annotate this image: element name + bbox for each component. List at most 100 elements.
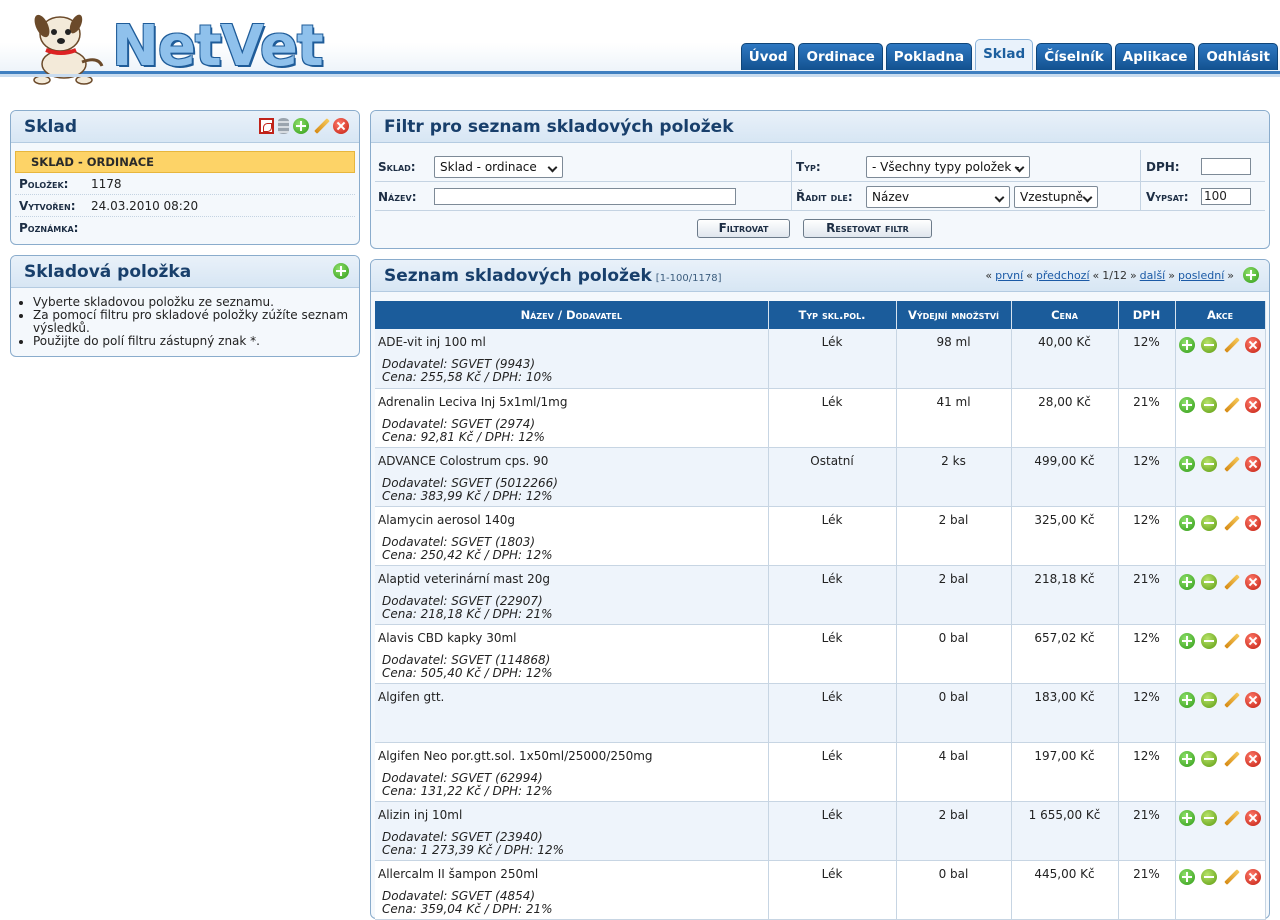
database-icon[interactable] <box>278 118 289 134</box>
item-name[interactable]: Algifen gtt. <box>378 690 768 713</box>
cell-actions <box>1175 388 1266 448</box>
decrease-stock-icon[interactable] <box>1201 514 1217 531</box>
delete-item-icon[interactable] <box>1245 809 1261 826</box>
item-name[interactable]: Alizin inj 10ml <box>378 808 768 831</box>
decrease-stock-icon[interactable] <box>1201 573 1217 590</box>
pdf-export-icon[interactable] <box>259 118 274 134</box>
delete-item-icon[interactable] <box>1245 691 1261 708</box>
pager-prev-link[interactable]: předchozí <box>1036 269 1090 282</box>
cell-vat: 21% <box>1118 801 1176 861</box>
tab-ordinace[interactable]: Ordinace <box>798 43 883 70</box>
decrease-stock-icon[interactable] <box>1201 396 1217 413</box>
increase-stock-icon[interactable] <box>1179 337 1195 353</box>
delete-item-icon[interactable] <box>1245 396 1261 413</box>
table-row[interactable]: ADE-vit inj 100 ml Dodavatel: SGVET (9943… <box>375 329 1266 389</box>
delete-icon[interactable] <box>333 118 349 134</box>
item-name[interactable]: Allercalm II šampon 250ml <box>378 867 768 890</box>
table-row[interactable]: Algifen Neo por.gtt.sol. 1x50ml/25000/25… <box>375 742 1266 802</box>
table-row[interactable]: Alizin inj 10ml Dodavatel: SGVET (23940) C… <box>375 801 1266 861</box>
tab-uvod[interactable]: Úvod <box>740 43 796 70</box>
edit-item-icon[interactable] <box>1223 692 1239 708</box>
item-name[interactable]: Alavis CBD kapky 30ml <box>378 631 768 654</box>
increase-stock-icon[interactable] <box>1179 691 1195 708</box>
decrease-stock-icon[interactable] <box>1201 337 1217 353</box>
decrease-stock-icon[interactable] <box>1201 809 1217 826</box>
table-row[interactable]: Alamycin aerosol 140g Dodavatel: SGVET (1… <box>375 506 1266 566</box>
decrease-stock-icon[interactable] <box>1201 691 1217 708</box>
item-price-line: Cena: 1 273,39 Kč / DPH: 12% <box>382 842 564 857</box>
table-row[interactable]: Allercalm II šampon 250ml Dodavatel: SGVE… <box>375 860 1266 920</box>
col-header-price[interactable]: Cena <box>1011 301 1119 329</box>
tab-ciselnik[interactable]: Číselník <box>1036 43 1112 70</box>
filter-button[interactable]: Filtrovat <box>697 219 790 238</box>
col-header-vat[interactable]: DPH <box>1118 301 1176 329</box>
edit-item-icon[interactable] <box>1223 810 1239 826</box>
pager-first-link[interactable]: první <box>995 269 1023 282</box>
table-row[interactable]: Alaptid veterinární mast 20g Dodavatel: S… <box>375 565 1266 625</box>
increase-stock-icon[interactable] <box>1179 750 1195 767</box>
nazev-input[interactable] <box>434 188 736 205</box>
item-name[interactable]: ADE-vit inj 100 ml <box>378 335 768 358</box>
edit-item-icon[interactable] <box>1223 751 1239 767</box>
tab-aplikace[interactable]: Aplikace <box>1114 43 1196 70</box>
table-row[interactable]: Alavis CBD kapky 30ml Dodavatel: SGVET (1… <box>375 624 1266 684</box>
cell-price: 325,00 Kč <box>1011 506 1119 566</box>
item-name[interactable]: Algifen Neo por.gtt.sol. 1x50ml/25000/25… <box>378 749 768 772</box>
col-header-qty[interactable]: Výdejní množství <box>896 301 1012 329</box>
edit-item-icon[interactable] <box>1223 515 1239 531</box>
increase-stock-icon[interactable] <box>1179 514 1195 531</box>
sort-order-select[interactable]: Vzestupně <box>1014 186 1098 208</box>
increase-stock-icon[interactable] <box>1179 455 1195 472</box>
delete-item-icon[interactable] <box>1245 455 1261 472</box>
tab-sklad[interactable]: Sklad <box>975 39 1034 70</box>
table-row[interactable]: Adrenalin Leciva Inj 5x1ml/1mg Dodavatel:… <box>375 388 1266 448</box>
col-header-type[interactable]: Typ skl.pol. <box>768 301 897 329</box>
delete-item-icon[interactable] <box>1245 337 1261 353</box>
pager-last-link[interactable]: poslední <box>1178 269 1224 282</box>
delete-item-icon[interactable] <box>1245 750 1261 767</box>
item-name[interactable]: Adrenalin Leciva Inj 5x1ml/1mg <box>378 395 768 418</box>
decrease-stock-icon[interactable] <box>1201 750 1217 767</box>
col-header-name[interactable]: Název / Dodavatel <box>375 301 769 329</box>
sort-field-select[interactable]: Název <box>866 186 1010 208</box>
tab-pokladna[interactable]: Pokladna <box>885 43 973 70</box>
edit-item-icon[interactable] <box>1223 337 1239 353</box>
add-item-icon[interactable] <box>1243 267 1259 283</box>
tab-odhlasit[interactable]: Odhlásit <box>1198 43 1278 70</box>
reset-filter-button[interactable]: Resetovat filtr <box>803 219 932 238</box>
sklad-select[interactable]: Sklad - ordinace <box>434 156 563 178</box>
cell-price: 183,00 Kč <box>1011 683 1119 743</box>
table-row[interactable]: ADVANCE Colostrum cps. 90 Dodavatel: SGVE… <box>375 447 1266 507</box>
pager-next-link[interactable]: další <box>1140 269 1166 282</box>
increase-stock-icon[interactable] <box>1179 632 1195 649</box>
increase-stock-icon[interactable] <box>1179 809 1195 826</box>
dph-input[interactable] <box>1201 158 1251 175</box>
add-icon[interactable] <box>293 118 309 134</box>
edit-item-icon[interactable] <box>1223 456 1239 472</box>
decrease-stock-icon[interactable] <box>1201 868 1217 885</box>
table-row[interactable]: Algifen gtt. Lék 0 bal 183,00 Kč 12% <box>375 683 1266 743</box>
edit-icon[interactable] <box>313 118 329 134</box>
add-item-icon[interactable] <box>333 263 349 279</box>
decrease-stock-icon[interactable] <box>1201 632 1217 649</box>
cell-name: Alizin inj 10ml Dodavatel: SGVET (23940) C… <box>375 801 769 861</box>
delete-item-icon[interactable] <box>1245 868 1261 885</box>
edit-item-icon[interactable] <box>1223 574 1239 590</box>
increase-stock-icon[interactable] <box>1179 396 1195 413</box>
edit-item-icon[interactable] <box>1223 869 1239 885</box>
vypsat-input[interactable]: 100 <box>1201 188 1251 205</box>
item-name[interactable]: Alaptid veterinární mast 20g <box>378 572 768 595</box>
item-name[interactable]: ADVANCE Colostrum cps. 90 <box>378 454 768 477</box>
increase-stock-icon[interactable] <box>1179 868 1195 885</box>
item-name[interactable]: Alamycin aerosol 140g <box>378 513 768 536</box>
decrease-stock-icon[interactable] <box>1201 455 1217 472</box>
delete-item-icon[interactable] <box>1245 514 1261 531</box>
edit-item-icon[interactable] <box>1223 633 1239 649</box>
cell-name: Algifen Neo por.gtt.sol. 1x50ml/25000/25… <box>375 742 769 802</box>
delete-item-icon[interactable] <box>1245 573 1261 590</box>
typ-select[interactable]: - Všechny typy položek - <box>866 156 1030 178</box>
item-supplier: Dodavatel: SGVET (2974) <box>382 416 536 431</box>
increase-stock-icon[interactable] <box>1179 573 1195 590</box>
edit-item-icon[interactable] <box>1223 397 1239 413</box>
delete-item-icon[interactable] <box>1245 632 1261 649</box>
